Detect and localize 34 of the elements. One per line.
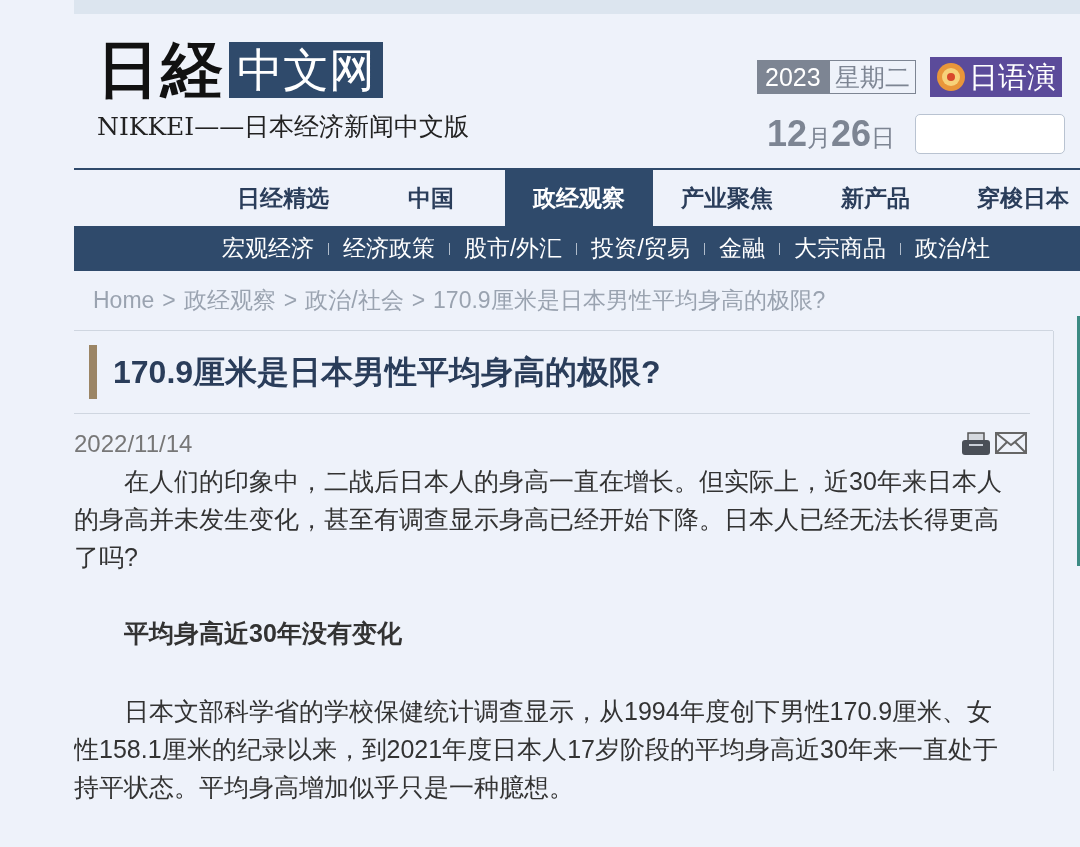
year-label: 2023	[757, 60, 829, 94]
weekday-label: 星期二	[828, 60, 916, 94]
breadcrumb-separator: >	[162, 287, 176, 313]
nav-tab[interactable]: 产业聚焦	[653, 170, 801, 226]
logo-badge[interactable]: 中文网	[229, 42, 383, 98]
subnav-link[interactable]: 大宗商品	[779, 231, 900, 266]
nav-tab[interactable]: 政经观察	[505, 170, 653, 226]
mail-icon[interactable]	[995, 432, 1027, 454]
subnav-link[interactable]: 宏观经济	[208, 231, 328, 266]
promo-banner[interactable]: 日语演	[929, 57, 1062, 97]
badge-icon	[935, 62, 966, 92]
section-heading: 平均身高近30年没有变化	[123, 618, 403, 648]
date-label: 12月 26日	[767, 112, 896, 156]
subnav-link[interactable]: 金融	[704, 231, 779, 266]
logo-mark[interactable]: 日経	[97, 38, 225, 102]
search-field[interactable]	[915, 114, 1066, 154]
print-icon[interactable]	[961, 432, 991, 456]
nav-tab[interactable]: 新产品	[801, 170, 949, 226]
subnav-link[interactable]: 经济政策	[329, 231, 449, 266]
article-paragraph: 日本文部科学省的学校保健统计调查显示，从1994年度创下男性170.9厘米、女性158.1厘米的纪录以来，到2021年度日本人17岁阶段的平均身高近30年来一直处于持平状态。平均身高增加似乎只是一种臆想。	[74, 696, 999, 803]
nav-tab[interactable]: 中国	[357, 170, 505, 226]
logo-subtitle: NIKKEI——日本经济新闻中文版	[97, 111, 471, 143]
title-accent-bar	[89, 345, 97, 399]
subnav-link[interactable]: 股市/外汇	[450, 231, 577, 266]
breadcrumb-separator: >	[283, 287, 298, 313]
breadcrumb-current: 170.9厘米是日本男性平均身高的极限?	[433, 287, 826, 313]
article-date: 2022/11/14	[74, 429, 193, 459]
nav-tab[interactable]: 日经精选	[209, 170, 357, 226]
subnav-link[interactable]: 政治/社	[900, 231, 1005, 266]
article-paragraph: 在人们的印象中，二战后日本人的身高一直在增长。但实际上，近30年来日本人的身高并未发生变化，甚至有调查显示身高已经开始下降。日本人已经无法长得更高了吗?	[74, 466, 1003, 573]
subnav-link[interactable]: 投资/贸易	[577, 231, 704, 266]
nav-tab[interactable]: 穿梭日本	[949, 170, 1080, 226]
article-title: 170.9厘米是日本男性平均身高的极限?	[113, 352, 661, 392]
breadcrumb-separator: >	[411, 287, 426, 313]
